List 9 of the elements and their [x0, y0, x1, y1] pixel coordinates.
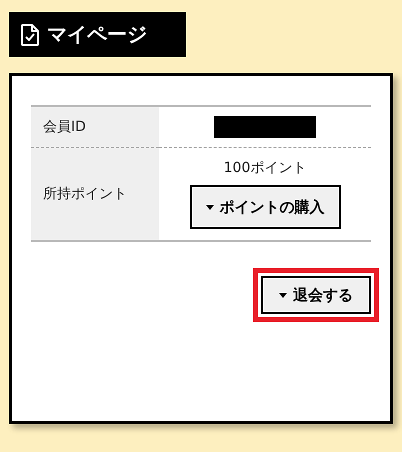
withdraw-button[interactable]: 退会する — [261, 276, 371, 314]
caret-icon — [279, 292, 287, 298]
document-check-icon — [21, 24, 39, 46]
page-title: マイページ — [47, 21, 147, 48]
row-label: 会員ID — [31, 106, 159, 148]
caret-icon — [206, 204, 214, 210]
buy-points-button[interactable]: ポイントの購入 — [190, 185, 340, 229]
points-value: 100ポイント — [222, 159, 308, 177]
row-label: 所持ポイント — [31, 148, 159, 241]
